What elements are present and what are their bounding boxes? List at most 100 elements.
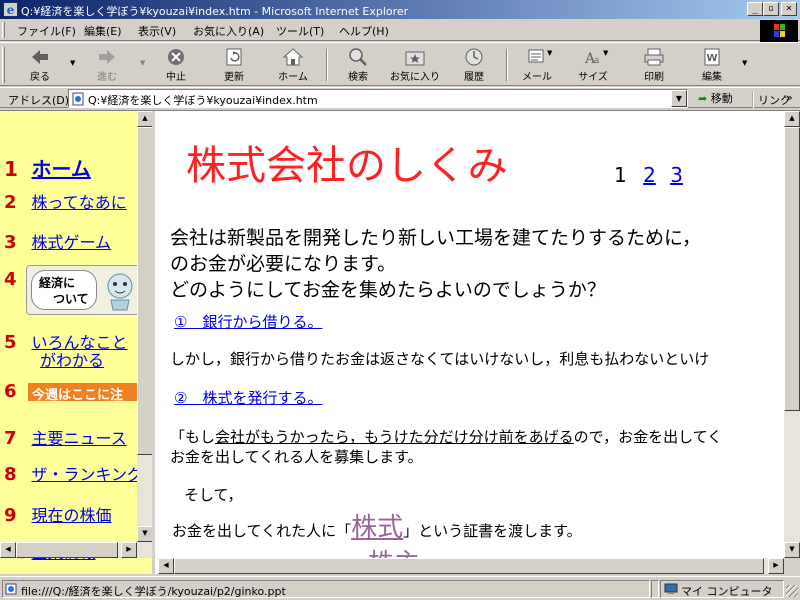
nav-link-ranking[interactable]: ザ・ランキング — [32, 465, 138, 484]
economy-banner-link[interactable]: 経済に ついて — [26, 265, 137, 315]
nav-item-economy[interactable]: 4 — [4, 269, 28, 290]
history-button[interactable]: 履歴 — [456, 47, 492, 85]
scroll-up-icon[interactable]: ▲ — [137, 111, 152, 127]
option-bank-link[interactable]: ① 銀行から借りる。 — [174, 311, 322, 332]
mail-dropdown-icon[interactable]: ▼ — [547, 50, 554, 57]
main-vertical-scrollbar[interactable]: ▲ ▼ — [784, 111, 800, 558]
favorites-button[interactable]: お気に入り — [388, 47, 442, 85]
refresh-icon — [226, 48, 242, 66]
scroll-left-icon[interactable]: ◀ — [0, 542, 16, 558]
address-label: アドレス(D) — [8, 94, 70, 107]
page-link-2[interactable]: 2 — [643, 163, 656, 187]
mail-label: メール — [522, 72, 552, 83]
links-chevron-icon[interactable]: » — [786, 91, 793, 104]
nav-link-price[interactable]: 現在の株価 — [32, 506, 112, 525]
soshite-text: そして， — [184, 486, 243, 504]
nav-item-news[interactable]: 7 主要ニュース — [4, 425, 127, 449]
option-stock-link[interactable]: ② 株式を発行する。 — [174, 387, 322, 408]
nav-item-home[interactable]: 1 ホーム — [4, 153, 91, 182]
content-area: 1 ホーム 2 株ってなあに 3 株式ゲーム 4 経済に ついて 5 いろんなこ… — [0, 110, 800, 574]
menu-help[interactable]: ヘルプ(H) — [339, 23, 389, 39]
security-zone-pane: マイ コンピュータ — [660, 580, 784, 598]
print-button[interactable]: 印刷 — [636, 47, 672, 85]
refresh-label: 更新 — [224, 72, 244, 83]
toolbar-grip[interactable] — [2, 47, 5, 83]
nav-hscroll-thumb[interactable] — [16, 542, 118, 558]
kabunushi-word-cut: 株主 — [368, 543, 420, 558]
back-dropdown-icon[interactable]: ▼ — [70, 60, 77, 67]
economy-banner-text-2: ついて — [53, 292, 89, 306]
nav-number: 3 — [4, 232, 17, 253]
back-arrow-icon — [32, 50, 48, 64]
nav-scroll-thumb[interactable] — [137, 127, 152, 455]
back-button[interactable]: 戻る — [22, 47, 58, 85]
final-suffix: 」という証書を渡します。 — [403, 522, 582, 540]
font-size-dropdown-icon[interactable]: ▼ — [603, 50, 610, 57]
nav-item-weekly[interactable]: 6 — [4, 381, 28, 402]
nav-item-price[interactable]: 9 現在の株価 — [4, 502, 112, 526]
scroll-up-icon[interactable]: ▲ — [784, 111, 800, 127]
main-horizontal-scrollbar[interactable]: ◀ ▶ — [158, 558, 784, 574]
minimize-button[interactable]: _ — [747, 2, 763, 16]
page-link-3[interactable]: 3 — [670, 163, 683, 187]
edit-button[interactable]: W 編集 — [694, 47, 730, 85]
zone-label: マイ コンピュータ — [681, 585, 773, 598]
nav-link-various-line2[interactable]: がわかる — [40, 351, 104, 370]
nav-item-various-2[interactable]: がわかる — [40, 347, 104, 371]
edit-dropdown-icon[interactable]: ▼ — [742, 60, 749, 67]
scroll-left-icon[interactable]: ◀ — [158, 558, 174, 574]
nav-item-ranking[interactable]: 8 ザ・ランキング — [4, 461, 137, 485]
economy-banner-text-1: 経済に — [39, 276, 76, 290]
scroll-right-icon[interactable]: ▶ — [121, 542, 137, 558]
back-label: 戻る — [30, 72, 50, 83]
character-icon — [107, 273, 133, 311]
scroll-right-icon[interactable]: ▶ — [768, 558, 784, 574]
close-button[interactable]: × — [781, 2, 797, 16]
nav-number: 4 — [4, 269, 17, 290]
toolbar-separator — [506, 49, 508, 81]
nav-vertical-scrollbar[interactable]: ▲ ▼ — [137, 111, 152, 542]
home-button[interactable]: ホーム — [274, 47, 312, 85]
resize-grip-icon[interactable] — [786, 585, 798, 597]
svg-text:a: a — [594, 56, 600, 66]
nav-link-news[interactable]: 主要ニュース — [32, 429, 127, 448]
stop-button[interactable]: 中止 — [158, 47, 194, 85]
menu-edit[interactable]: 編集(E) — [84, 23, 122, 39]
title-bar: e Q:¥経済を楽しく学ぼう¥kyouzai¥index.htm - Micro… — [0, 0, 800, 19]
main-scroll-thumb[interactable] — [784, 127, 800, 411]
address-input[interactable]: Q:¥経済を楽しく学ぼう¥kyouzai¥index.htm ▼ — [68, 89, 688, 108]
main-frame: 株式会社のしくみ 1 2 3 会社は新製品を開発したり新しい工場を建てたりするた… — [158, 111, 784, 558]
nav-number: 6 — [4, 381, 17, 402]
forward-button[interactable]: 進む — [88, 47, 126, 85]
menu-tools[interactable]: ツール(T) — [276, 23, 324, 39]
nav-link-kabu[interactable]: 株ってなあに — [32, 193, 127, 212]
forward-dropdown-icon[interactable]: ▼ — [140, 60, 147, 67]
nav-item-kabu[interactable]: 2 株ってなあに — [4, 189, 127, 213]
stop-icon — [168, 49, 184, 65]
search-button[interactable]: 検索 — [340, 47, 376, 85]
nav-link-game[interactable]: 株式ゲーム — [32, 233, 112, 252]
intro-line-3: どのようにしてお金を集めたらよいのでしょうか？ — [170, 279, 606, 301]
nav-number: 1 — [4, 157, 18, 181]
status-text-pane: file:///Q:/経済を楽しく学ぼう/kyouzai/p2/ginko.pp… — [2, 580, 650, 598]
scroll-down-icon[interactable]: ▼ — [784, 542, 800, 558]
nav-horizontal-scrollbar[interactable]: ◀ ▶ — [0, 542, 152, 558]
nav-item-game[interactable]: 3 株式ゲーム — [4, 229, 111, 253]
menu-favorites[interactable]: お気に入り(A) — [193, 23, 264, 39]
address-dropdown-icon[interactable]: ▼ — [671, 90, 687, 107]
weekly-banner-link[interactable]: 今週はここに注 — [28, 383, 137, 401]
main-hscroll-thumb[interactable] — [174, 558, 764, 574]
scroll-down-icon[interactable]: ▼ — [137, 526, 152, 542]
page-current: 1 — [614, 163, 627, 187]
nav-link-home[interactable]: ホーム — [32, 157, 91, 181]
maximize-button[interactable]: ▫ — [763, 2, 779, 16]
refresh-button[interactable]: 更新 — [216, 47, 252, 85]
menu-view[interactable]: 表示(V) — [138, 23, 176, 39]
nav-frame: 1 ホーム 2 株ってなあに 3 株式ゲーム 4 経済に ついて 5 いろんなこ… — [0, 111, 155, 574]
final-line: お金を出してくれた人に「株式」という証書を渡します。 — [172, 507, 582, 544]
menu-file[interactable]: ファイル(F) — [17, 23, 76, 39]
go-button[interactable]: ➦ 移動 — [698, 90, 733, 107]
favorites-folder-icon — [405, 51, 425, 66]
home-icon — [282, 48, 304, 66]
menubar-grip[interactable] — [2, 22, 5, 38]
